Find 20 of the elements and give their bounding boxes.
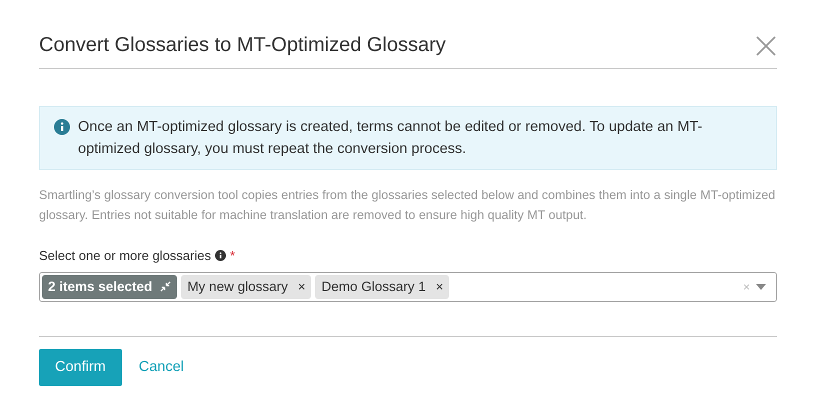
close-icon bbox=[755, 34, 777, 57]
close-button[interactable] bbox=[755, 34, 777, 56]
field-label: Select one or more glossaries bbox=[39, 247, 211, 265]
remove-button[interactable]: × bbox=[288, 280, 306, 293]
caret-icon bbox=[756, 284, 766, 290]
info-icon bbox=[54, 119, 70, 135]
summary-chip[interactable]: 2 items selected bbox=[42, 274, 178, 298]
glossary-select[interactable]: 2 items selected My new glossary × Demo Glossary 1 × × bbox=[39, 272, 777, 302]
collapse-icon bbox=[160, 281, 172, 292]
chip-label: 2 items selected bbox=[48, 278, 152, 296]
description-text: Smartling’s glossary conversion tool copies entries from the glossaries selected below and combines them into a single MT-optimized glossary. Entries not suitable for machine translation are removed to ensure high quality MT output. bbox=[39, 187, 776, 224]
chip-label: Demo Glossary 1 bbox=[321, 278, 426, 296]
cancel-link[interactable]: Cancel bbox=[122, 348, 201, 386]
required-mark: * bbox=[230, 247, 236, 265]
remove-button[interactable]: × bbox=[426, 280, 444, 293]
chip-label: My new glossary bbox=[187, 278, 288, 296]
info-icon bbox=[214, 250, 226, 262]
confirm-button[interactable]: Confirm bbox=[39, 348, 122, 386]
alert-text: Once an MT-optimized glossary is created, terms cannot be edited or removed. To update an MT-optimized glossary, you must repeat the conversion process. bbox=[78, 118, 704, 159]
modal-title: Convert Glossaries to MT-Optimized Glossary bbox=[39, 33, 446, 58]
